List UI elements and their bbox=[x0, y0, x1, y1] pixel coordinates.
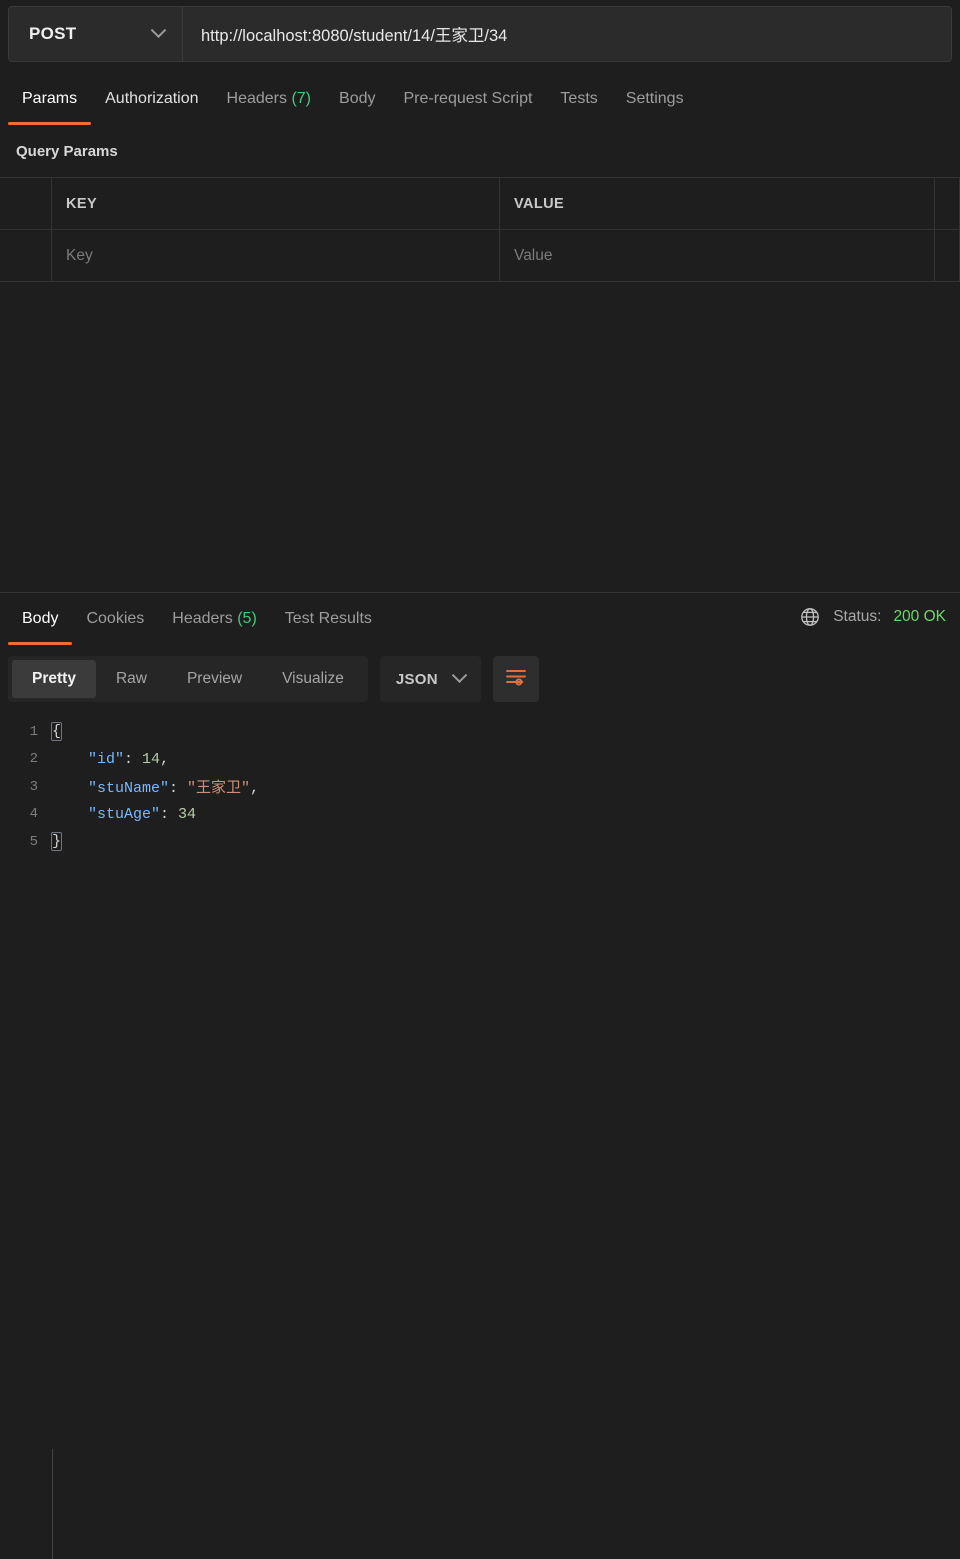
tab-body[interactable]: Body bbox=[325, 82, 389, 108]
tab-settings[interactable]: Settings bbox=[612, 82, 698, 108]
line-number: 1 bbox=[29, 723, 38, 740]
row-checkbox-cell[interactable] bbox=[0, 230, 52, 281]
tab-tests[interactable]: Tests bbox=[546, 82, 611, 108]
response-body-code[interactable]: 1 { 2 "id": 14, 3 "stuName": "王家卫", 4 "s… bbox=[0, 718, 960, 1559]
table-row: Key Value bbox=[0, 230, 960, 282]
code-line-content: "stuName": "王家卫", bbox=[52, 776, 259, 797]
format-preview-button[interactable]: Preview bbox=[167, 660, 262, 698]
param-key-input[interactable]: Key bbox=[52, 230, 500, 281]
response-pane-divider bbox=[0, 592, 960, 593]
code-line: 3 "stuName": "王家卫", bbox=[0, 773, 960, 801]
word-wrap-icon bbox=[504, 667, 528, 692]
json-key-id: "id" bbox=[88, 750, 125, 768]
request-url-bar: POST http://localhost:8080/student/14/王家… bbox=[8, 6, 952, 62]
response-tab-body-label: Body bbox=[22, 610, 59, 627]
json-key-stuage: "stuAge" bbox=[88, 805, 161, 823]
code-line: 1 { bbox=[0, 718, 960, 746]
code-line-content: { bbox=[50, 722, 63, 742]
json-colon: : bbox=[169, 780, 188, 798]
json-value-stuname: "王家卫" bbox=[187, 780, 251, 798]
json-value-stuage: 34 bbox=[178, 805, 197, 823]
format-raw-button[interactable]: Raw bbox=[96, 660, 167, 698]
format-visualize-button[interactable]: Visualize bbox=[262, 660, 364, 698]
format-pretty-button[interactable]: Pretty bbox=[12, 660, 96, 698]
param-description-input[interactable] bbox=[935, 230, 960, 281]
http-method-select[interactable]: POST bbox=[9, 7, 183, 61]
code-line: 2 "id": 14, bbox=[0, 746, 960, 774]
tab-params-label: Params bbox=[22, 90, 78, 107]
table-header-row: KEY VALUE bbox=[0, 178, 960, 230]
response-status-bar: Status: 200 OK bbox=[799, 606, 946, 628]
tab-authorization[interactable]: Authorization bbox=[91, 82, 212, 108]
response-tab-test-results[interactable]: Test Results bbox=[271, 602, 386, 628]
chevron-down-icon bbox=[451, 666, 468, 683]
tab-params[interactable]: Params bbox=[8, 82, 92, 125]
request-tab-bar: Params Authorization Headers (7) Body Pr… bbox=[0, 82, 960, 128]
response-tab-cookies-label: Cookies bbox=[86, 610, 145, 627]
json-brace-close: } bbox=[50, 832, 63, 852]
line-number: 3 bbox=[29, 778, 38, 795]
code-line-content: } bbox=[50, 832, 63, 852]
response-tab-headers[interactable]: Headers (5) bbox=[158, 602, 271, 628]
response-tab-headers-count: (5) bbox=[237, 610, 257, 627]
format-button-group: Pretty Raw Preview Visualize bbox=[8, 656, 368, 702]
json-brace-open: { bbox=[50, 722, 63, 742]
json-comma: , bbox=[250, 780, 260, 798]
http-method-label: POST bbox=[29, 24, 77, 43]
tab-tests-label: Tests bbox=[560, 90, 598, 107]
indent-guide bbox=[52, 1449, 53, 1559]
response-language-label: JSON bbox=[395, 670, 438, 688]
json-colon: : bbox=[124, 750, 143, 768]
request-url-input[interactable]: http://localhost:8080/student/14/王家卫/34 bbox=[183, 7, 951, 61]
column-header-value: VALUE bbox=[500, 178, 935, 229]
code-line-content: "id": 14, bbox=[52, 751, 169, 768]
query-params-title: Query Params bbox=[16, 143, 118, 160]
line-number: 4 bbox=[29, 806, 38, 823]
tab-pre-request-script[interactable]: Pre-request Script bbox=[389, 82, 546, 108]
tab-body-label: Body bbox=[339, 90, 376, 107]
json-value-id: 14 bbox=[142, 750, 161, 768]
word-wrap-button[interactable] bbox=[492, 656, 539, 702]
line-number: 5 bbox=[29, 833, 38, 850]
json-key-stuname: "stuName" bbox=[88, 780, 170, 798]
query-params-table: KEY VALUE Key Value bbox=[0, 177, 960, 282]
select-all-cell bbox=[0, 178, 52, 229]
code-line: 4 "stuAge": 34 bbox=[0, 801, 960, 829]
tab-authorization-label: Authorization bbox=[105, 90, 199, 107]
json-colon: : bbox=[160, 805, 179, 823]
column-header-description bbox=[935, 178, 960, 229]
tab-headers-label: Headers bbox=[226, 90, 287, 107]
response-format-toolbar: Pretty Raw Preview Visualize JSON bbox=[8, 656, 539, 702]
code-line: 5 } bbox=[0, 828, 960, 856]
response-tab-headers-label: Headers bbox=[172, 610, 233, 627]
column-header-key: KEY bbox=[52, 178, 500, 229]
tab-headers[interactable]: Headers (7) bbox=[213, 82, 326, 108]
status-label: Status: bbox=[833, 608, 882, 625]
json-comma: , bbox=[160, 750, 170, 768]
tab-pre-request-script-label: Pre-request Script bbox=[403, 90, 533, 107]
status-badge: 200 OK bbox=[893, 608, 946, 625]
tab-headers-count: (7) bbox=[291, 90, 312, 107]
tab-settings-label: Settings bbox=[625, 90, 684, 107]
code-line-content: "stuAge": 34 bbox=[52, 806, 196, 823]
chevron-down-icon bbox=[150, 21, 167, 38]
response-tab-cookies[interactable]: Cookies bbox=[72, 602, 158, 628]
response-language-select[interactable]: JSON bbox=[379, 656, 481, 702]
globe-icon bbox=[799, 606, 821, 628]
param-value-input[interactable]: Value bbox=[500, 230, 935, 281]
response-tab-body[interactable]: Body bbox=[8, 602, 73, 645]
line-number: 2 bbox=[29, 751, 38, 768]
response-tab-test-results-label: Test Results bbox=[284, 610, 372, 627]
